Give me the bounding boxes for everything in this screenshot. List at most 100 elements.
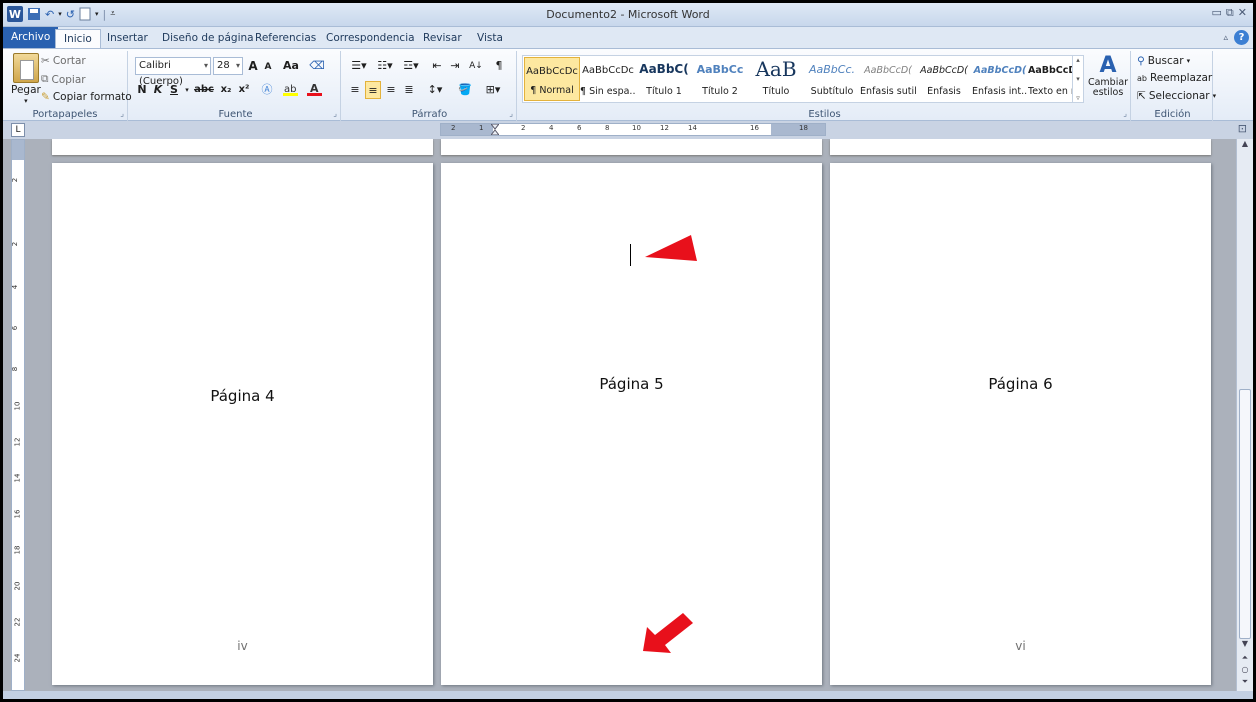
view-ruler-icon[interactable]: ⊡ [1238, 122, 1247, 135]
restore-icon[interactable]: ⧉ [1226, 6, 1234, 20]
subscript-button[interactable]: x₂ [217, 81, 235, 99]
grow-font-button[interactable]: A [245, 57, 261, 75]
style-subtitulo[interactable]: AaBbCc. Subtítulo [804, 57, 860, 101]
tab-insertar[interactable]: Insertar [99, 29, 156, 48]
font-size-combo[interactable]: 28 ▾ [213, 57, 243, 75]
scissors-icon: ✂ [41, 55, 50, 67]
show-marks-button[interactable]: ¶ [491, 57, 507, 75]
previous-page-bottom[interactable] [441, 139, 822, 155]
shading-icon[interactable]: 🪣 [453, 81, 477, 99]
scroll-down-icon[interactable]: ▼ [1237, 639, 1253, 653]
font-color-icon[interactable]: A [305, 81, 325, 99]
previous-page-bottom[interactable] [830, 139, 1211, 155]
italic-button[interactable]: K [151, 81, 165, 99]
group-font: Calibri (Cuerpo) ▾ 28 ▾ A A Aa ⌫ N K S ▾… [131, 51, 341, 121]
page-6[interactable]: Página 6 vi [830, 163, 1211, 685]
copy-icon: ⧉ [41, 73, 49, 85]
underline-dropdown-icon[interactable]: ▾ [183, 81, 191, 99]
tab-diseno-pagina[interactable]: Diseño de página [154, 29, 262, 48]
page-title: Página 5 [599, 375, 664, 393]
shrink-font-button[interactable]: A [261, 58, 275, 76]
tab-archivo[interactable]: Archivo [3, 27, 59, 48]
ruler-number: 6 [577, 124, 582, 132]
style-enfasis[interactable]: AaBbCcD( Énfasis [916, 57, 972, 101]
superscript-button[interactable]: x² [235, 81, 253, 99]
tab-inicio[interactable]: Inicio [55, 29, 101, 48]
select-label: Seleccionar [1148, 90, 1210, 102]
clipboard-launcher-icon[interactable]: ⌟ [120, 109, 124, 118]
font-launcher-icon[interactable]: ⌟ [333, 109, 337, 118]
style-enfasis-sutil[interactable]: AaBbCcD( Énfasis sutil [860, 57, 916, 101]
bold-button[interactable]: N [135, 81, 149, 99]
paragraph-launcher-icon[interactable]: ⌟ [509, 109, 513, 118]
collapse-ribbon-icon[interactable]: ▵ [1223, 33, 1228, 43]
page-5[interactable]: Página 5 [441, 163, 822, 685]
style-normal[interactable]: AaBbCcDc ¶ Normal [524, 57, 580, 101]
horizontal-ruler[interactable]: 2 1 2 4 6 8 10 12 14 16 18 [440, 123, 826, 136]
paste-dropdown-icon: ▾ [24, 97, 28, 105]
format-painter-button[interactable]: ✎ Copiar formato [41, 91, 132, 103]
next-page-icon[interactable]: ⏷ [1237, 677, 1253, 691]
cut-button[interactable]: ✂ Cortar [41, 55, 86, 67]
minimize-ribbon-icon[interactable]: ▭ [1212, 6, 1222, 20]
find-button[interactable]: ⚲ Buscar ▾ [1137, 55, 1190, 67]
copy-button[interactable]: ⧉ Copiar [41, 73, 86, 86]
style-titulo-1[interactable]: AaBbC( Título 1 [636, 57, 692, 101]
paste-button[interactable]: Pegar ▾ [11, 53, 41, 105]
sort-button[interactable]: A↓ [467, 57, 485, 75]
increase-indent-icon[interactable]: ⇥ [447, 57, 463, 75]
numbering-icon[interactable]: ☷▾ [373, 57, 397, 75]
style-titulo-2[interactable]: AaBbCc Título 2 [692, 57, 748, 101]
strikethrough-button[interactable]: abc [193, 81, 215, 99]
style-sin-espaciado[interactable]: AaBbCcDc ¶ Sin espa... [580, 57, 636, 101]
ruler-left-margin [441, 124, 493, 135]
scrollbar-thumb[interactable] [1239, 389, 1251, 639]
chevron-down-icon: ▾ [203, 61, 208, 70]
indent-marker-icon[interactable] [491, 124, 499, 136]
tab-correspondencia[interactable]: Correspondencia [318, 29, 423, 48]
clear-format-icon[interactable]: ⌫ [309, 57, 325, 75]
tab-selector-icon[interactable]: L [11, 123, 25, 137]
word-window: W ↶ ▾ ↺ ▾ | ⩡ Documento2 - Microsoft Wor… [3, 3, 1253, 699]
previous-page-bottom[interactable] [52, 139, 433, 155]
vruler-number: 6 [11, 325, 20, 331]
change-case-button[interactable]: Aa [281, 57, 301, 75]
gallery-more-icon[interactable]: ▿ [1076, 94, 1080, 102]
decrease-indent-icon[interactable]: ⇤ [429, 57, 445, 75]
align-right-icon[interactable]: ≡ [383, 81, 399, 99]
scroll-up-icon[interactable]: ▲ [1237, 139, 1253, 153]
select-button[interactable]: ⇱ Seleccionar ▾ [1137, 90, 1216, 102]
align-left-icon[interactable]: ≡ [347, 81, 363, 99]
tab-vista[interactable]: Vista [469, 29, 511, 48]
vertical-scrollbar[interactable]: ▲ ▼ ⏶ ○ ⏷ [1236, 139, 1253, 691]
help-icon[interactable]: ? [1234, 30, 1249, 45]
style-enfasis-intenso[interactable]: AaBbCcD( Énfasis int... [972, 57, 1028, 101]
styles-launcher-icon[interactable]: ⌟ [1123, 109, 1127, 118]
font-name-combo[interactable]: Calibri (Cuerpo) ▾ [135, 57, 211, 87]
line-spacing-icon[interactable]: ↕▾ [423, 81, 447, 99]
vertical-ruler[interactable]: 2 2 4 6 8 10 12 14 16 18 20 22 24 [11, 139, 25, 691]
align-center-icon[interactable]: ≡ [365, 81, 381, 99]
borders-icon[interactable]: ⊞▾ [481, 81, 505, 99]
change-styles-button[interactable]: A Cambiar estilos [1088, 53, 1128, 98]
gallery-scroll[interactable]: ▴ ▾ ▿ [1072, 56, 1083, 102]
chevron-down-icon[interactable]: ▾ [1076, 75, 1080, 83]
replace-button[interactable]: ab Reemplazar [1137, 72, 1212, 84]
page-4[interactable]: Página 4 iv [52, 163, 433, 685]
chevron-up-icon[interactable]: ▴ [1076, 56, 1080, 64]
style-name: Título 2 [702, 86, 738, 97]
underline-button[interactable]: S [167, 81, 181, 99]
close-icon[interactable]: ✕ [1238, 6, 1247, 20]
justify-icon[interactable]: ≣ [401, 81, 417, 99]
text-effects-icon[interactable]: Ⓐ [257, 81, 277, 99]
highlight-color-icon[interactable]: ab [281, 81, 301, 99]
ribbon-tabs: Archivo Inicio Insertar Diseño de página… [3, 27, 1253, 48]
tab-referencias[interactable]: Referencias [247, 29, 324, 48]
tab-revisar[interactable]: Revisar [415, 29, 470, 48]
multilevel-list-icon[interactable]: ☲▾ [399, 57, 423, 75]
help-area: ▵ ? [1223, 30, 1249, 45]
chevron-down-icon: ▾ [1186, 57, 1191, 65]
bullets-icon[interactable]: ☰▾ [347, 57, 371, 75]
style-texto-en-negrita[interactable]: AaBbCcDc Texto en n... [1028, 57, 1073, 101]
style-titulo[interactable]: AaB Título [748, 57, 804, 101]
